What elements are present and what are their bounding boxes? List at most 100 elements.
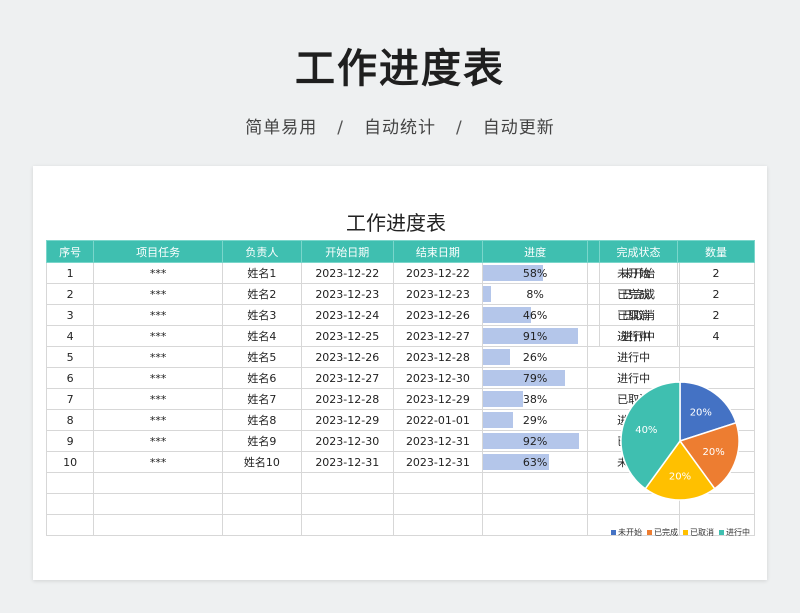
empty-cell[interactable] [222,493,302,515]
cell-task[interactable]: *** [93,346,223,368]
cell-start[interactable]: 2023-12-25 [300,325,394,347]
cell-owner[interactable]: 姓名4 [222,325,302,347]
cell-task[interactable]: *** [93,304,223,326]
cell-end[interactable]: 2023-12-27 [392,325,484,347]
cell-owner[interactable]: 姓名5 [222,346,302,368]
cell-end[interactable]: 2023-12-23 [392,283,484,305]
cell-end[interactable]: 2023-12-31 [392,451,484,473]
cell-owner[interactable]: 姓名10 [222,451,302,473]
progress-value: 26% [522,350,548,364]
empty-cell[interactable] [300,472,394,494]
progress-cell[interactable]: 92% [482,430,589,452]
cell-start[interactable]: 2023-12-26 [300,346,394,368]
cell-start[interactable]: 2023-12-28 [300,388,394,410]
cell-owner[interactable]: 姓名9 [222,430,302,452]
cell-end[interactable]: 2023-12-28 [392,346,484,368]
cell-owner[interactable]: 姓名1 [222,262,302,284]
progress-value: 46% [522,308,548,322]
cell-task[interactable]: *** [93,283,223,305]
summary-status[interactable]: 进行中 [599,325,678,347]
progress-cell[interactable]: 46% [482,304,589,326]
progress-value: 91% [522,329,548,343]
empty-cell[interactable] [222,472,302,494]
cell-start[interactable]: 2023-12-31 [300,451,394,473]
progress-cell[interactable]: 91% [482,325,589,347]
empty-cell[interactable] [482,514,589,536]
cell-no[interactable]: 9 [45,430,95,452]
cell-owner[interactable]: 姓名8 [222,409,302,431]
cell-no[interactable]: 3 [45,304,95,326]
progress-cell[interactable]: 63% [482,451,589,473]
empty-cell[interactable] [45,493,95,515]
empty-cell[interactable] [482,472,589,494]
empty-cell[interactable] [93,472,223,494]
summary-status[interactable]: 已完成 [599,283,678,305]
cell-owner[interactable]: 姓名6 [222,367,302,389]
cell-end[interactable]: 2022-01-01 [392,409,484,431]
cell-no[interactable]: 8 [45,409,95,431]
cell-end[interactable]: 2023-12-26 [392,304,484,326]
legend-item: 已取消 [683,527,714,538]
summary-status[interactable]: 未开始 [599,262,678,284]
cell-end[interactable]: 2023-12-30 [392,367,484,389]
cell-task[interactable]: *** [93,325,223,347]
cell-no[interactable]: 4 [45,325,95,347]
cell-start[interactable]: 2023-12-22 [300,262,394,284]
empty-cell[interactable] [300,493,394,515]
empty-cell[interactable] [222,514,302,536]
empty-cell[interactable] [45,514,95,536]
cell-owner[interactable]: 姓名7 [222,388,302,410]
cell-task[interactable]: *** [93,409,223,431]
cell-no[interactable]: 10 [45,451,95,473]
progress-cell[interactable]: 29% [482,409,589,431]
summary-count[interactable]: 2 [677,262,755,284]
progress-cell[interactable]: 26% [482,346,589,368]
cell-status[interactable]: 进行中 [587,346,681,368]
cell-start[interactable]: 2023-12-27 [300,367,394,389]
progress-value: 58% [522,266,548,280]
cell-owner[interactable]: 姓名2 [222,283,302,305]
empty-cell[interactable] [392,472,484,494]
cell-end[interactable]: 2023-12-29 [392,388,484,410]
cell-end[interactable]: 2023-12-22 [392,262,484,284]
progress-cell[interactable]: 79% [482,367,589,389]
summary-row: 未开始 2 [599,262,755,284]
summary-count[interactable]: 2 [677,304,755,326]
column-header: 进度 [482,240,589,263]
cell-owner[interactable]: 姓名3 [222,304,302,326]
empty-cell[interactable] [392,493,484,515]
column-header: 项目任务 [93,240,223,263]
cell-task[interactable]: *** [93,367,223,389]
progress-cell[interactable]: 8% [482,283,589,305]
cell-task[interactable]: *** [93,262,223,284]
page-title: 工作进度表 [295,46,505,92]
cell-task[interactable]: *** [93,451,223,473]
cell-task[interactable]: *** [93,388,223,410]
progress-cell[interactable]: 58% [482,262,589,284]
cell-start[interactable]: 2023-12-29 [300,409,394,431]
summary-column-header: 数量 [677,240,755,263]
cell-task[interactable]: *** [93,430,223,452]
subtitle-item: 自动更新 [482,118,555,138]
cell-no[interactable]: 2 [45,283,95,305]
cell-start[interactable]: 2023-12-30 [300,430,394,452]
empty-cell[interactable] [45,472,95,494]
empty-cell[interactable] [300,514,394,536]
empty-cell[interactable] [482,493,589,515]
cell-no[interactable]: 5 [45,346,95,368]
cell-no[interactable]: 1 [45,262,95,284]
cell-note[interactable] [679,346,755,368]
empty-cell[interactable] [93,493,223,515]
summary-count[interactable]: 2 [677,283,755,305]
empty-cell[interactable] [392,514,484,536]
progress-cell[interactable]: 38% [482,388,589,410]
cell-no[interactable]: 7 [45,388,95,410]
cell-start[interactable]: 2023-12-23 [300,283,394,305]
cell-start[interactable]: 2023-12-24 [300,304,394,326]
cell-end[interactable]: 2023-12-31 [392,430,484,452]
empty-cell[interactable] [93,514,223,536]
summary-count[interactable]: 4 [677,325,755,347]
pie-data-label: 40% [635,425,657,436]
cell-no[interactable]: 6 [45,367,95,389]
summary-status[interactable]: 已取消 [599,304,678,326]
